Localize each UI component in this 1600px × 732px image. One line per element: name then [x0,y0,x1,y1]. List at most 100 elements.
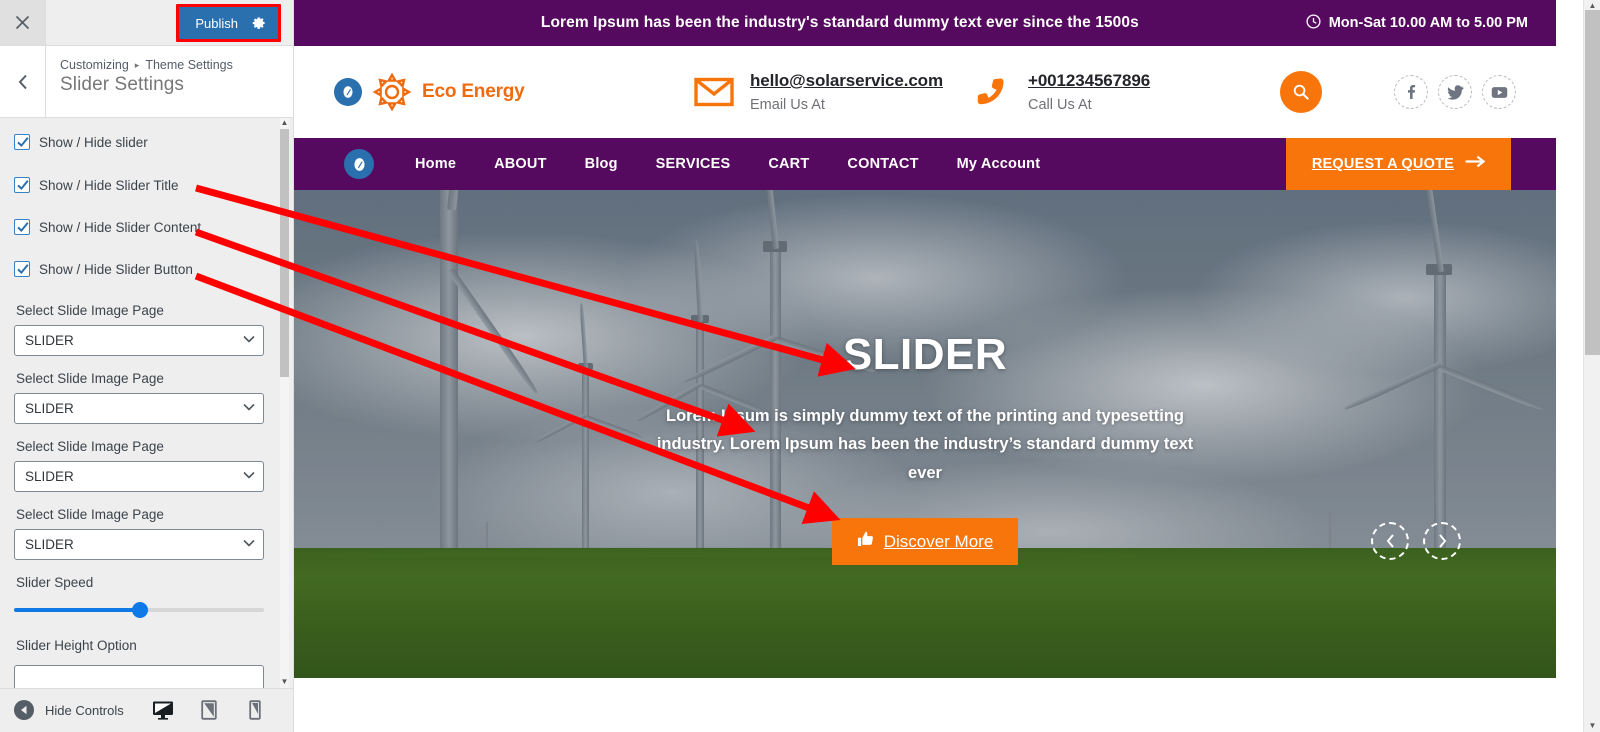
scroll-up-icon[interactable]: ▲ [1584,1,1600,10]
publish-button[interactable]: Publish [179,7,278,39]
thumbs-up-icon [857,531,874,552]
site-preview: Lorem Ipsum has been the industry's stan… [294,0,1600,732]
customizer-panel-header: Customizing ▸ Theme Settings Slider Sett… [0,46,293,118]
checkbox-label: Show / Hide Slider Title [39,177,179,193]
customizer-screen: Publish Customizing ▸ Theme Settings Sli… [0,0,1600,732]
hero-content: SLIDER Lorem Ipsum is simply dummy text … [294,330,1556,566]
clock-icon [1306,13,1321,33]
slider-speed-range[interactable] [14,602,264,618]
nav-item-cart[interactable]: CART [749,156,828,172]
phone-value[interactable]: +001234567896 [1028,71,1150,90]
browser-scrollbar-thumb[interactable] [1585,10,1600,355]
slider-height-option-select[interactable] [14,665,264,688]
checkbox-show-hide-slider-button[interactable] [14,261,30,277]
control-show-hide-slider-title[interactable]: Show / Hide Slider Title [14,177,269,193]
close-icon[interactable] [0,0,46,45]
nav-item-my-account[interactable]: My Account [938,156,1060,172]
breadcrumb-root[interactable]: Customizing [60,58,129,72]
browser-scrollbar[interactable]: ▲ ▼ [1583,0,1600,732]
site-root: Lorem Ipsum has been the industry's stan… [294,0,1556,678]
range-fill [14,608,140,612]
social-links [1394,75,1516,109]
checkbox-show-hide-slider-content[interactable] [14,219,30,235]
sidebar-scrollbar-thumb[interactable] [280,129,289,377]
select-label: Select Slide Image Page [16,303,164,318]
range-thumb[interactable] [132,602,148,618]
control-show-hide-slider[interactable]: Show / Hide slider [14,134,269,150]
checkbox-show-hide-slider-title[interactable] [14,177,30,193]
scroll-up-icon[interactable]: ▲ [280,118,289,127]
site-topbar: Lorem Ipsum has been the industry's stan… [294,0,1556,46]
slider-height-option-label: Slider Height Option [16,638,137,653]
nav-item-about[interactable]: ABOUT [475,156,566,172]
publish-highlight: Publish [176,4,281,42]
chevron-down-icon [243,335,255,346]
nav-item-home[interactable]: Home [396,156,475,172]
pencil-edit-icon[interactable] [334,78,362,106]
chevron-left-icon[interactable] [0,46,46,117]
checkbox-show-hide-slider[interactable] [14,134,30,150]
checkbox-label: Show / Hide Slider Button [39,261,193,277]
slider-prev-button[interactable] [1371,522,1409,560]
email-caption: Email Us At [750,97,825,113]
search-icon[interactable] [1280,71,1322,113]
select-slide-image-page-3[interactable]: SLIDER [14,461,264,492]
collapse-icon [14,700,34,721]
slider-title: SLIDER [842,330,1008,379]
customizer-controls: Show / Hide slider Show / Hide Slider Ti… [0,118,293,688]
select-slide-image-page-4[interactable]: SLIDER [14,529,264,560]
slider-next-button[interactable] [1423,522,1461,560]
preview-right-gutter [1556,0,1583,732]
select-label: Select Slide Image Page [16,507,164,522]
select-value: SLIDER [25,469,74,484]
pencil-edit-icon[interactable] [344,149,374,179]
hide-controls-button[interactable]: Hide Controls [14,700,124,721]
discover-more-label: Discover More [883,531,994,551]
phone-icon [972,72,1012,112]
header-phone[interactable]: +001234567896 Call Us At [972,71,1272,113]
envelope-icon [694,72,734,112]
control-show-hide-slider-button[interactable]: Show / Hide Slider Button [14,261,269,277]
sun-icon [372,72,412,112]
page-title: Slider Settings [60,74,185,95]
site-logo[interactable]: Eco Energy [334,72,694,112]
slider-navigation [1371,522,1461,560]
gear-icon[interactable] [252,16,266,30]
nav-item-contact[interactable]: CONTACT [828,156,937,172]
slider-content: Lorem Ipsum is simply dummy text of the … [656,407,1194,482]
facebook-icon[interactable] [1394,75,1428,109]
twitter-icon[interactable] [1438,75,1472,109]
header-email[interactable]: hello@solarservice.com Email Us At [694,71,972,113]
mobile-icon[interactable] [243,698,267,722]
hero-slider: SLIDER Lorem Ipsum is simply dummy text … [294,190,1556,678]
request-a-quote-button[interactable]: REQUEST A QUOTE [1285,138,1511,190]
tablet-icon[interactable] [197,698,221,722]
checkbox-label: Show / Hide slider [39,134,148,150]
nav-item-blog[interactable]: Blog [566,156,637,172]
chevron-down-icon [243,471,255,482]
sidebar-scrollbar[interactable]: ▲ ▼ [280,118,289,688]
topbar-hours: Mon-Sat 10.00 AM to 5.00 PM [1306,13,1528,33]
select-value: SLIDER [25,401,74,416]
customizer-footer: Hide Controls [0,687,293,732]
email-value[interactable]: hello@solarservice.com [750,71,943,90]
discover-more-button[interactable]: Discover More [831,518,1019,566]
youtube-icon[interactable] [1482,75,1516,109]
scroll-down-icon[interactable]: ▼ [280,677,289,686]
select-slide-image-page-2[interactable]: SLIDER [14,393,264,424]
breadcrumb-parent[interactable]: Theme Settings [145,58,233,72]
device-preview-switcher [151,698,267,722]
select-label: Select Slide Image Page [16,439,164,454]
select-slide-image-page-1[interactable]: SLIDER [14,325,264,356]
select-label: Select Slide Image Page [16,371,164,386]
scroll-down-icon[interactable]: ▼ [1584,721,1600,730]
desktop-icon[interactable] [151,698,175,722]
site-header: Eco Energy hello@solarservice.com Email … [294,46,1556,138]
nav-item-services[interactable]: SERVICES [637,156,750,172]
control-show-hide-slider-content[interactable]: Show / Hide Slider Content [14,219,269,235]
customizer-sidebar: Publish Customizing ▸ Theme Settings Sli… [0,0,294,732]
quote-label: REQUEST A QUOTE [1311,156,1454,172]
publish-label: Publish [195,15,238,31]
select-value: SLIDER [25,333,74,348]
arrow-right-icon [1465,155,1486,173]
